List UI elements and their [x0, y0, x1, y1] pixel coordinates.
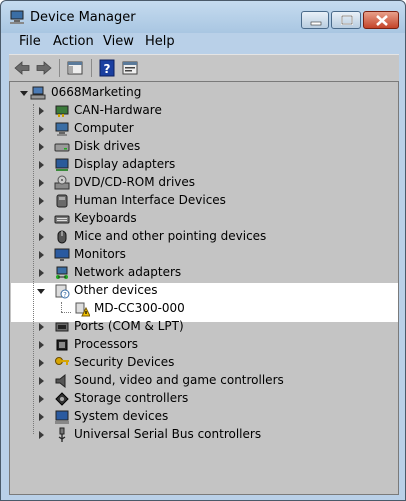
title-bar[interactable]: Device Manager: [1, 1, 405, 33]
toolbar: ?: [9, 54, 399, 81]
port-icon: [55, 322, 69, 332]
collapse-arrow-icon[interactable]: [20, 91, 28, 96]
expand-arrow-icon[interactable]: [39, 233, 44, 241]
security-key-icon: [55, 357, 69, 365]
tree-guide-line: [61, 302, 62, 312]
hid-icon: [56, 194, 68, 208]
close-icon: [376, 15, 388, 26]
category-label: Keyboards: [74, 211, 137, 225]
speaker-icon: [55, 373, 66, 389]
network-adapter-icon: [56, 266, 68, 279]
warning-device-icon: [75, 302, 90, 317]
properties-icon[interactable]: [121, 59, 139, 77]
category-label: CAN-Hardware: [74, 103, 162, 117]
monitor-icon: [54, 248, 70, 261]
expand-arrow-icon[interactable]: [39, 107, 44, 115]
menu-action[interactable]: Action: [53, 34, 94, 49]
category-label: Computer: [74, 121, 134, 135]
expand-arrow-icon[interactable]: [39, 161, 44, 169]
category-label: Ports (COM & LPT): [74, 319, 184, 333]
expand-arrow-icon[interactable]: [39, 269, 44, 277]
usb-icon: [58, 427, 66, 442]
category-label: Disk drives: [74, 139, 141, 153]
menu-help[interactable]: Help: [145, 34, 175, 49]
svg-text:?: ?: [63, 291, 67, 299]
expand-arrow-icon[interactable]: [39, 179, 44, 187]
category-label: Monitors: [74, 247, 126, 261]
expand-arrow-icon[interactable]: [39, 323, 44, 331]
close-button[interactable]: [363, 11, 399, 29]
category-label: Other devices: [74, 283, 158, 297]
expand-arrow-icon[interactable]: [39, 251, 44, 259]
category-label: Sound, video and game controllers: [74, 373, 284, 387]
maximize-icon: [341, 15, 353, 25]
menu-view[interactable]: View: [103, 34, 134, 49]
display-adapter-icon: [55, 158, 69, 171]
expand-arrow-icon[interactable]: [39, 413, 44, 421]
disk-drive-icon: [54, 143, 70, 152]
expand-arrow-icon[interactable]: [39, 197, 44, 205]
expand-arrow-icon[interactable]: [39, 431, 44, 439]
other-devices-icon: ?: [55, 284, 70, 299]
expand-arrow-icon[interactable]: [39, 215, 44, 223]
category-label: Processors: [74, 337, 139, 351]
category-label: Mice and other pointing devices: [74, 229, 267, 243]
menu-file[interactable]: File: [19, 34, 41, 49]
expand-arrow-icon[interactable]: [39, 341, 44, 349]
device-manager-window: Device Manager File Action View Help ? 0…: [0, 0, 406, 501]
category-label: DVD/CD-ROM drives: [74, 175, 196, 189]
minimize-icon: [310, 21, 322, 26]
menu-bar: File Action View Help: [9, 33, 399, 51]
processor-icon: [56, 339, 68, 351]
category-label: Universal Serial Bus controllers: [74, 427, 262, 441]
tree-guide-line: [33, 104, 34, 434]
root-label: 0668Marketing: [51, 85, 142, 99]
device-tree[interactable]: 0668Marketing CAN-Hardware Computer Disk d…: [9, 81, 399, 495]
toolbar-separator: [59, 59, 60, 77]
dvd-drive-icon: [54, 175, 70, 190]
expand-arrow-icon[interactable]: [39, 125, 44, 133]
category-label: Display adapters: [74, 157, 176, 171]
collapse-arrow-icon[interactable]: [37, 289, 45, 294]
computer-icon: [55, 122, 69, 136]
window-title: Device Manager: [30, 10, 136, 25]
category-label: Security Devices: [74, 355, 175, 369]
category-label: Storage controllers: [74, 391, 189, 405]
expand-arrow-icon[interactable]: [39, 143, 44, 151]
category-label: Network adapters: [74, 265, 182, 279]
network-card-icon: [55, 105, 69, 117]
category-label: System devices: [74, 409, 169, 423]
svg-text:?: ?: [104, 62, 111, 76]
show-hide-console-tree-icon[interactable]: [66, 59, 84, 77]
toolbar-separator: [91, 59, 92, 77]
mouse-icon: [57, 230, 67, 244]
computer-icon: [30, 86, 46, 100]
back-arrow-icon[interactable]: [13, 59, 31, 77]
forward-arrow-icon[interactable]: [35, 59, 53, 77]
maximize-button[interactable]: [331, 11, 361, 29]
category-label: Human Interface Devices: [74, 193, 226, 207]
help-icon[interactable]: ?: [98, 59, 116, 77]
child-device-label: MD-CC300-000: [94, 301, 185, 315]
keyboard-icon: [54, 215, 70, 224]
storage-controller-icon: [55, 392, 69, 406]
minimize-button[interactable]: [301, 11, 329, 29]
expand-arrow-icon[interactable]: [39, 377, 44, 385]
system-devices-icon: [55, 410, 69, 424]
expand-arrow-icon[interactable]: [39, 395, 44, 403]
device-manager-icon: [10, 10, 24, 24]
expand-arrow-icon[interactable]: [39, 359, 44, 367]
tree-guide-line: [61, 312, 71, 313]
